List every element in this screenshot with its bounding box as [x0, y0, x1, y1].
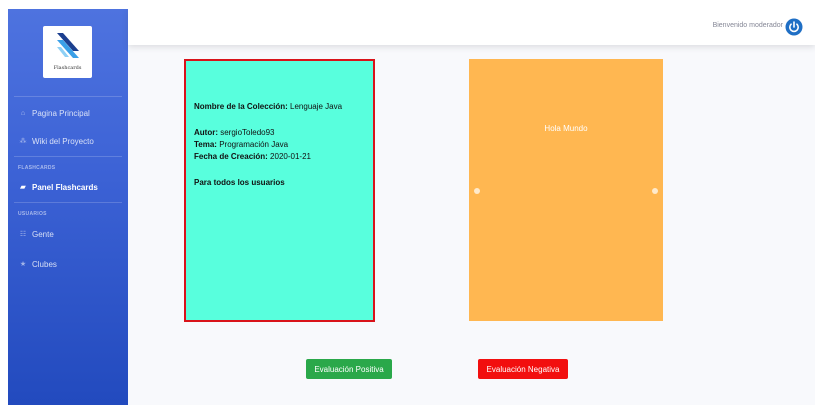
power-icon[interactable]: [785, 18, 803, 36]
date-value: 2020-01-21: [270, 152, 311, 161]
flashcards-logo-icon: [57, 33, 79, 58]
sidebar-item-wiki[interactable]: ⁂ Wiki del Proyecto: [18, 134, 94, 148]
sidebar-item-label: Clubes: [32, 259, 57, 269]
carousel-prev-dot[interactable]: [474, 188, 480, 194]
collection-label: Nombre de la Colección:: [194, 102, 288, 111]
sidebar-divider: [14, 156, 122, 157]
author-line: Autor: sergioToledo93: [194, 128, 275, 137]
home-icon: ⌂: [20, 109, 26, 117]
star-icon: ★: [19, 261, 27, 268]
sidebar-item-label: Panel Flashcards: [32, 182, 98, 192]
sidebar-item-clubes[interactable]: ★ Clubes: [18, 257, 57, 271]
positive-evaluation-button[interactable]: Evaluación Positiva: [306, 359, 392, 379]
carousel-next-dot[interactable]: [652, 188, 658, 194]
sidebar-divider: [14, 96, 122, 97]
sidebar-item-label: Wiki del Proyecto: [32, 136, 94, 146]
topic-label: Tema:: [194, 140, 217, 149]
people-icon: ☷: [19, 231, 27, 238]
sidebar: Flashcards ⌂ Pagina Principal ⁂ Wiki del…: [8, 9, 128, 405]
sitemap-icon: ⁂: [19, 138, 27, 145]
sidebar-item-label: Pagina Principal: [32, 108, 90, 118]
sidebar-item-panel-flashcards[interactable]: ▰ Panel Flashcards: [18, 180, 98, 194]
topic-line: Tema: Programación Java: [194, 140, 288, 149]
date-line: Fecha de Creación: 2020-01-21: [194, 152, 311, 161]
sidebar-heading-usuarios: USUARIOS: [18, 211, 47, 217]
author-value: sergioToledo93: [220, 128, 275, 137]
date-label: Fecha de Creación:: [194, 152, 268, 161]
collection-value: Lenguaje Java: [290, 102, 343, 111]
sidebar-divider: [14, 202, 122, 203]
brand-logo[interactable]: Flashcards: [43, 26, 92, 78]
audience-text: Para todos los usuarios: [194, 178, 285, 187]
cards-icon: ▰: [20, 184, 26, 191]
sidebar-item-gente[interactable]: ☷ Gente: [18, 227, 54, 241]
author-label: Autor:: [194, 128, 218, 137]
welcome-text: Bienvenido moderador: [712, 22, 783, 29]
sidebar-item-pagina-principal[interactable]: ⌂ Pagina Principal: [18, 106, 90, 120]
brand-label: Flashcards: [53, 65, 82, 71]
flashcard-back-text: Hola Mundo: [544, 124, 588, 133]
app-window: Flashcards ⌂ Pagina Principal ⁂ Wiki del…: [8, 9, 815, 405]
collection-line: Nombre de la Colección: Lenguaje Java: [194, 102, 342, 111]
negative-evaluation-button[interactable]: Evaluación Negativa: [478, 359, 568, 379]
topic-value: Programación Java: [219, 140, 289, 149]
topbar: Bienvenido moderador: [128, 9, 815, 45]
audience-line: Para todos los usuarios: [194, 178, 285, 187]
flashcard-back[interactable]: Hola Mundo: [469, 59, 663, 321]
flashcard-front[interactable]: Nombre de la Colección: Lenguaje Java Au…: [184, 59, 375, 322]
sidebar-item-label: Gente: [32, 229, 54, 239]
sidebar-heading-flashcards: FLASHCARDS: [18, 165, 56, 171]
